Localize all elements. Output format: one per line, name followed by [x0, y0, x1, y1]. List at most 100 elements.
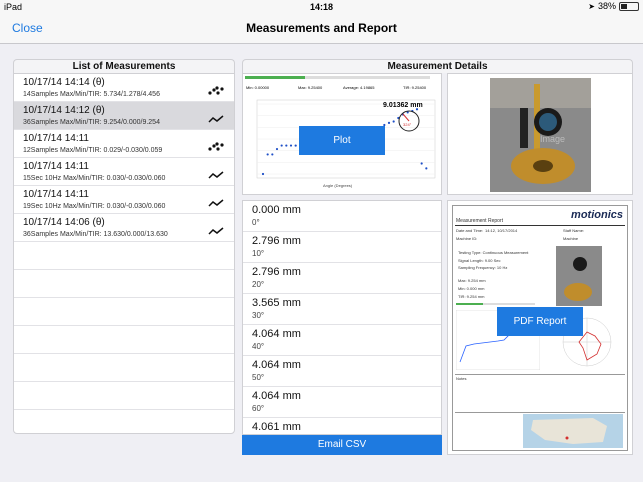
- report-map: [523, 414, 623, 448]
- plot-max-label: Max: 9.25400: [298, 85, 323, 90]
- empty-row: [14, 270, 234, 298]
- list-item-summary: 15Sec 10Hz Max/Min/TIR: 0.030/-0.030/0.0…: [23, 175, 166, 182]
- measurement-angle: 60°: [252, 404, 265, 413]
- measurement-angle: 30°: [252, 311, 265, 320]
- measurement-angle: 10°: [252, 249, 265, 258]
- list-item-summary: 19Sec 10Hz Max/Min/TIR: 0.030/-0.030/0.0…: [23, 203, 166, 210]
- image-thumbnail[interactable]: Image: [447, 73, 633, 195]
- gauge-arm: [520, 108, 528, 148]
- list-item[interactable]: 10/17/14 14:11 15Sec 10Hz Max/Min/TIR: 0.…: [14, 158, 234, 186]
- line-wave-icon: [208, 111, 224, 123]
- page-title: Measurements and Report: [246, 21, 397, 35]
- measurement-value: 2.796 mm: [252, 235, 301, 247]
- line-wave-icon: [208, 223, 224, 235]
- list-item-title: 10/17/14 14:12 (θ): [23, 105, 105, 116]
- plot-point: [425, 167, 428, 170]
- plot-button[interactable]: Plot: [299, 126, 385, 155]
- line-wave-icon: [208, 167, 224, 179]
- report-tir: TIR: 9.254 mm: [458, 294, 485, 299]
- measurement-angle: 0°: [252, 218, 260, 227]
- plot-point: [280, 144, 283, 147]
- measurement-value: 0.000 mm: [252, 204, 301, 216]
- report-machine-label: Machine ID:: [456, 236, 478, 241]
- list-item-summary: 14Samples Max/Min/TIR: 5.734/1.278/4.456: [23, 91, 160, 98]
- report-sampling: Sampling Frequency: 10 Hz: [458, 265, 508, 270]
- measurement-value: 4.064 mm: [252, 359, 301, 371]
- plot-point: [271, 153, 274, 156]
- list-item[interactable]: 10/17/14 14:06 (θ) 36Samples Max/Min/TIR:…: [14, 214, 234, 242]
- report-max: Max: 9.254 mm: [458, 278, 486, 283]
- map-pin-icon: [565, 436, 569, 440]
- measurement-angle: 40°: [252, 342, 265, 351]
- status-bar: iPad 14:18 ➤ 38%: [0, 0, 643, 14]
- plot-thumbnail: Min: 0.00000 Max: 9.25400 Average: 4.198…: [242, 73, 442, 195]
- list-item-summary: 36Samples Max/Min/TIR: 9.254/0.000/9.254: [23, 119, 160, 126]
- empty-row: [14, 298, 234, 326]
- battery-fill: [621, 3, 628, 9]
- report-notes-label: Notes: [456, 376, 467, 381]
- report-signal-length: Signal Length: 9.00 Sec: [458, 258, 501, 263]
- measurement-row[interactable]: 0.000 mm 0°: [243, 201, 441, 232]
- plot-point: [285, 144, 288, 147]
- measurement-list[interactable]: 10/17/14 14:14 (θ) 14Samples Max/Min/TIR:…: [13, 73, 235, 434]
- measurement-angle: 20°: [252, 280, 265, 289]
- measurement-value: 3.565 mm: [252, 297, 301, 309]
- dial-needle: [402, 113, 410, 122]
- measurement-row[interactable]: 3.565 mm 30°: [243, 294, 441, 325]
- list-item-title: 10/17/14 14:11: [23, 189, 89, 200]
- plot-point: [420, 162, 423, 165]
- list-item-title: 10/17/14 14:11: [23, 133, 89, 144]
- list-item-title: 10/17/14 14:06 (θ): [23, 217, 105, 228]
- report-min: Min: 0.000 mm: [458, 286, 485, 291]
- details-header: Measurement Details: [242, 59, 633, 73]
- battery-percent: 38%: [597, 1, 616, 11]
- plot-point: [275, 147, 279, 151]
- measurement-row[interactable]: 4.061 mm70°: [243, 418, 441, 434]
- report-polar-series: [578, 331, 602, 361]
- measurement-values-list[interactable]: 0.000 mm 0° 2.796 mm 10° 2.796 mm 20° 3.565 mm…: [242, 200, 442, 435]
- measurement-angle: 50°: [252, 373, 265, 382]
- list-item[interactable]: 10/17/14 14:11 19Sec 10Hz Max/Min/TIR: 0.…: [14, 186, 234, 214]
- report-photo: [556, 246, 602, 306]
- plot-avg-label: Average: 4.19865: [343, 85, 375, 90]
- plot-xlabel: Angle (Degrees): [323, 183, 353, 188]
- measurement-row[interactable]: 2.796 mm 20°: [243, 263, 441, 294]
- report-date-value: 14:12, 10/17/2014: [485, 228, 518, 233]
- list-item[interactable]: 10/17/14 14:11 12Samples Max/Min/TIR: 0.0…: [14, 130, 234, 158]
- report-title: Measurement Report: [456, 218, 503, 224]
- plot-point: [294, 144, 297, 147]
- report-staff-label: Staff Name:: [563, 228, 585, 233]
- measurement-row[interactable]: 4.064 mm 60°: [243, 387, 441, 418]
- report-machine2-label: Machine: [563, 236, 579, 241]
- plot-tir-label: TIR: 9.25400: [403, 85, 427, 90]
- list-header: List of Measurements: [13, 59, 235, 73]
- plot-progress-bar: [245, 76, 305, 79]
- measurement-row[interactable]: 4.064 mm 40°: [243, 325, 441, 356]
- report-progress-bar: [456, 303, 483, 305]
- plot-point: [387, 121, 391, 124]
- empty-row: [14, 242, 234, 270]
- list-item-title: 10/17/14 14:14 (θ): [23, 77, 105, 88]
- plot-angle-label: 324°: [403, 122, 412, 127]
- measurement-row[interactable]: 4.064 mm 50°: [243, 356, 441, 387]
- list-item[interactable]: 10/17/14 14:14 (θ) 14Samples Max/Min/TIR:…: [14, 74, 234, 102]
- pdf-report-button[interactable]: PDF Report: [497, 307, 583, 336]
- plot-readout: 9.01362 mm: [383, 102, 423, 109]
- list-item[interactable]: 10/17/14 14:12 (θ) 36Samples Max/Min/TIR:…: [14, 102, 234, 130]
- measurement-value: 4.061 mm: [252, 421, 301, 433]
- line-wave-icon: [208, 195, 224, 207]
- list-item-title: 10/17/14 14:11: [23, 161, 89, 172]
- email-csv-button[interactable]: Email CSV: [242, 435, 442, 455]
- empty-row: [14, 326, 234, 354]
- scatter-dots-icon: [208, 139, 224, 151]
- plot-point: [266, 153, 269, 156]
- measurement-value: 2.796 mm: [252, 266, 301, 278]
- status-right: ➤ 38%: [588, 1, 639, 11]
- report-date-label: Date and Time:: [456, 228, 484, 233]
- location-arrow-icon: ➤: [588, 1, 595, 11]
- image-watermark: Image: [540, 134, 565, 144]
- report-testing-type: Testing Type: Continuous Measurement: [458, 250, 529, 255]
- list-item-summary: 12Samples Max/Min/TIR: 0.029/-0.030/0.05…: [23, 147, 163, 154]
- measurement-row[interactable]: 2.796 mm 10°: [243, 232, 441, 263]
- battery-icon: [619, 1, 639, 11]
